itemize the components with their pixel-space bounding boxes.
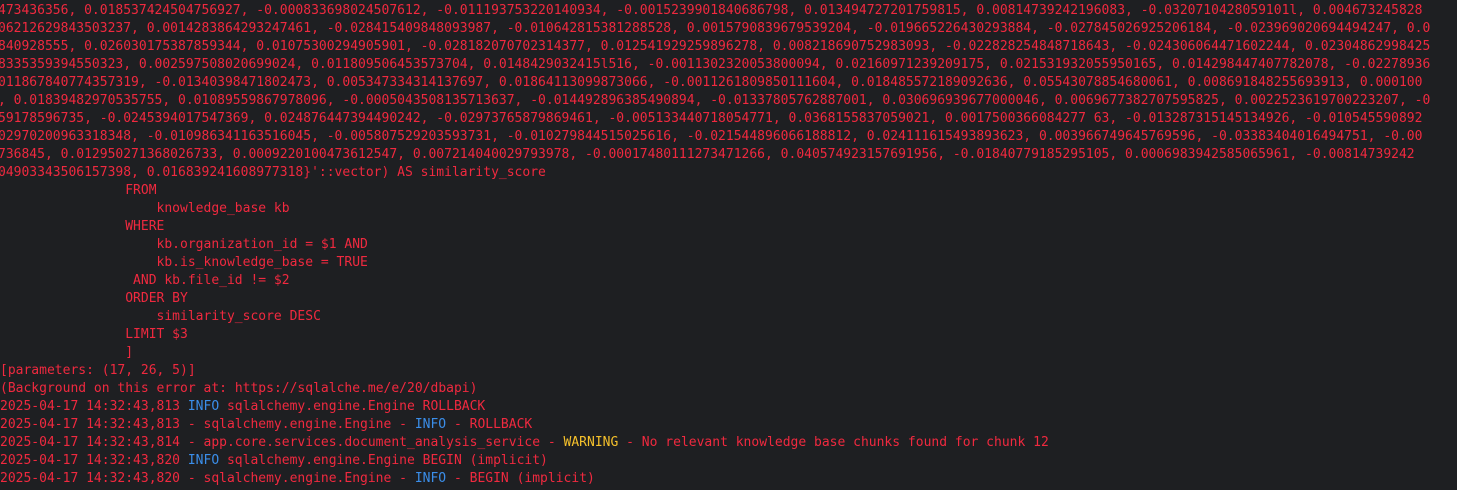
sql-condition: AND kb.file_id != $2	[0, 273, 290, 288]
error-keyword: error	[156, 381, 196, 396]
vector-line: 06212629843503237, 0.0014283864293247461…	[0, 21, 1431, 36]
log-message: - ROLLBACK	[446, 417, 533, 432]
log-timestamp: 2025-04-17 14:32:43,820 - sqlalchemy.eng…	[0, 471, 415, 486]
log-level-warning: WARNING	[563, 435, 619, 450]
vector-line: 59178596735, -0.0245394017547369, 0.0248…	[0, 111, 1423, 126]
log-line: 2025-04-17 14:32:43,820 - sqlalchemy.eng…	[0, 470, 1457, 488]
log-message: - BEGIN (implicit)	[446, 471, 595, 486]
sql-close-bracket: ]	[0, 345, 134, 360]
background-line: (Background on this error at: https://sq…	[0, 380, 1457, 398]
sql-table: knowledge_base kb	[0, 201, 290, 216]
log-message: sqlalchemy.engine.Engine ROLLBACK	[219, 399, 486, 414]
vector-line: 8335359394550323, 0.002597508020699024, …	[0, 57, 1431, 72]
sql-order-by: ORDER BY	[0, 291, 188, 306]
log-timestamp: 2025-04-17 14:32:43,820	[0, 453, 188, 468]
terminal-output[interactable]: 473436356, 0.018537424504756927, -0.0008…	[0, 0, 1457, 490]
log-line: 2025-04-17 14:32:43,814 - app.core.servi…	[0, 434, 1457, 452]
parameters-line: [parameters: (17, 26, 5)]	[0, 363, 196, 378]
sql-from: FROM	[0, 183, 157, 198]
sql-condition: kb.is_knowledge_base = TRUE	[0, 255, 368, 270]
background-prefix: (Background on this	[0, 381, 157, 396]
vector-line: 473436356, 0.018537424504756927, -0.0008…	[0, 3, 1423, 18]
vector-line: , 0.01839482970535755, 0.010895598679780…	[0, 93, 1431, 108]
sql-order-column: similarity_score DESC	[0, 309, 321, 324]
log-message: sqlalchemy.engine.Engine BEGIN (implicit…	[219, 453, 548, 468]
log-line: 2025-04-17 14:32:43,813 - sqlalchemy.eng…	[0, 416, 1457, 434]
vector-line: 736845, 0.012950271368026733, 0.00092201…	[0, 147, 1415, 162]
log-message: - No relevant knowledge base chunks foun…	[618, 435, 1049, 450]
vector-line: 02970200963318348, -0.010986341163516045…	[0, 129, 1423, 144]
log-timestamp: 2025-04-17 14:32:43,814 - app.core.servi…	[0, 435, 564, 450]
sql-condition: kb.organization_id = $1 AND	[0, 237, 368, 252]
log-level-info: INFO	[187, 453, 220, 468]
sql-limit: LIMIT $3	[0, 327, 188, 342]
background-link[interactable]: at: https://sqlalche.me/e/20/dbapi)	[196, 381, 478, 396]
log-level-info: INFO	[414, 417, 447, 432]
sql-where: WHERE	[0, 219, 165, 234]
log-timestamp: 2025-04-17 14:32:43,813	[0, 399, 188, 414]
log-level-info: INFO	[187, 399, 220, 414]
log-timestamp: 2025-04-17 14:32:43,813 - sqlalchemy.eng…	[0, 417, 415, 432]
vector-line-end: 04903343506157398, 0.016839241608977318}…	[0, 165, 546, 180]
vector-line: 840928555, 0.026030175387859344, 0.01075…	[0, 39, 1431, 54]
vector-line: 011867840774357319, -0.01340398471802473…	[0, 75, 1423, 90]
log-line: 2025-04-17 14:32:43,813 INFO sqlalchemy.…	[0, 398, 1457, 416]
log-line: 2025-04-17 14:32:43,820 INFO sqlalchemy.…	[0, 452, 1457, 470]
log-level-info: INFO	[414, 471, 447, 486]
